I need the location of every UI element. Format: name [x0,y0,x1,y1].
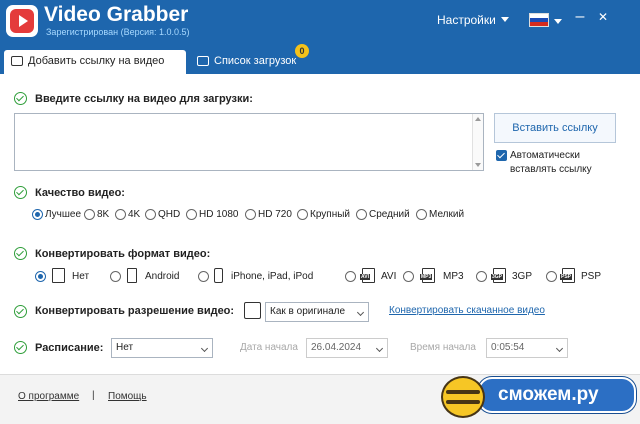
close-button[interactable]: ✕ [595,9,611,25]
format-option-label: Нет [72,271,90,282]
quality-option-label: Средний [369,209,410,220]
quality-option-label: Лучшее [45,209,82,220]
auto-paste-checkbox[interactable] [496,150,507,161]
format-radio-avi[interactable] [345,271,356,282]
quality-label: Качество видео: [35,187,125,199]
3gp-file-icon: 3GP [491,268,506,283]
quality-radio-qhd[interactable] [145,209,156,220]
format-option-label: PSP [581,271,602,282]
quality-radio-medium[interactable] [356,209,367,220]
android-phone-icon [127,268,137,283]
chevron-down-icon [500,17,509,22]
format-radio-android[interactable] [110,271,121,282]
avi-file-icon: AVI [360,268,375,283]
url-input-scrollbar[interactable] [472,114,483,170]
start-time-picker[interactable]: 0:05:54 [486,338,568,358]
tab-download-list[interactable]: Список загрузок [190,50,308,74]
footer-separator: | [92,390,95,401]
watermark-banner: сможем.ру [478,377,636,413]
app-title: Video Grabber [44,3,189,26]
checkmark-icon [14,341,27,354]
3gp-badge: 3GP [491,274,504,280]
settings-label: Настройки [437,13,496,27]
schedule-select[interactable]: Нет [111,338,213,358]
bee-mascot-icon [441,376,485,418]
about-link[interactable]: О программе [18,391,79,402]
tab-add-video[interactable]: Добавить ссылку на видео [4,50,186,74]
avi-badge: AVI [360,274,370,280]
format-radio-mp3[interactable] [403,271,414,282]
checkmark-icon [14,186,27,199]
paste-link-button[interactable]: Вставить ссылку [494,113,616,143]
quality-radio-8k[interactable] [84,209,95,220]
format-label: Конвертировать формат видео: [35,248,211,260]
resolution-select[interactable]: Как в оригинале [265,302,369,322]
format-radio-3gp[interactable] [476,271,487,282]
registration-status: Зарегистрирован (Версия: 1.0.0.5) [46,27,190,37]
language-chevron-down-icon[interactable] [554,19,562,24]
tab-bar: Добавить ссылку на видео Список загрузок [0,46,640,74]
url-section-label: Введите ссылку на видео для загрузки: [35,93,253,105]
start-date-label: Дата начала [240,342,298,353]
format-radio-psp[interactable] [546,271,557,282]
quality-option-label: HD 720 [258,209,292,220]
add-video-icon [11,56,23,66]
psp-badge: PSP [560,274,573,280]
start-time-label: Время начала [410,342,476,353]
format-option-label: AVI [381,271,397,282]
help-link[interactable]: Помощь [108,391,147,402]
no-format-icon [52,268,65,283]
iphone-icon [214,268,223,283]
start-date-picker[interactable]: 26.04.2024 [306,338,388,358]
language-flag-icon[interactable] [529,13,549,27]
quality-radio-large[interactable] [297,209,308,220]
download-list-icon [197,56,209,66]
quality-option-label: QHD [158,209,181,220]
app-logo-icon [6,5,38,37]
format-option-label: iPhone, iPad, iPod [231,271,314,282]
quality-radio-small[interactable] [416,209,427,220]
checkmark-icon [14,92,27,105]
quality-radio-hd1080[interactable] [186,209,197,220]
format-radio-none[interactable] [35,271,46,282]
url-input[interactable] [14,113,484,171]
auto-paste-label: Автоматически вставлять ссылку [510,150,592,175]
mp3-file-icon: MP3 [420,268,435,283]
quality-radio-4k[interactable] [115,209,126,220]
tab-add-video-label: Добавить ссылку на видео [28,55,165,67]
convert-downloaded-link[interactable]: Конвертировать скачанное видео [389,305,545,316]
psp-file-icon: PSP [560,268,575,283]
minimize-button[interactable]: – [572,9,588,25]
format-option-label: Android [145,271,180,282]
tab-download-list-label: Список загрузок [214,55,297,67]
resolution-icon [244,302,261,319]
settings-menu[interactable]: Настройки [437,13,509,27]
format-option-label: 3GP [512,271,533,282]
quality-option-label: Мелкий [429,209,465,220]
quality-option-label: Крупный [310,209,350,220]
quality-option-label: 4K [128,209,141,220]
quality-radio-best[interactable] [32,209,43,220]
schedule-label: Расписание: [35,342,104,354]
quality-radio-hd720[interactable] [245,209,256,220]
download-count-badge: 0 [295,44,309,58]
quality-option-label: HD 1080 [199,209,239,220]
title-bar: Video Grabber Зарегистрирован (Версия: 1… [0,0,640,46]
watermark-text: сможем.ру [498,384,599,405]
format-option-label: MP3 [443,271,464,282]
checkmark-icon [14,247,27,260]
format-radio-iphone[interactable] [198,271,209,282]
quality-option-label: 8K [97,209,110,220]
resolution-label: Конвертировать разрешение видео: [35,305,235,317]
mp3-badge: MP3 [420,274,433,280]
checkmark-icon [14,305,27,318]
